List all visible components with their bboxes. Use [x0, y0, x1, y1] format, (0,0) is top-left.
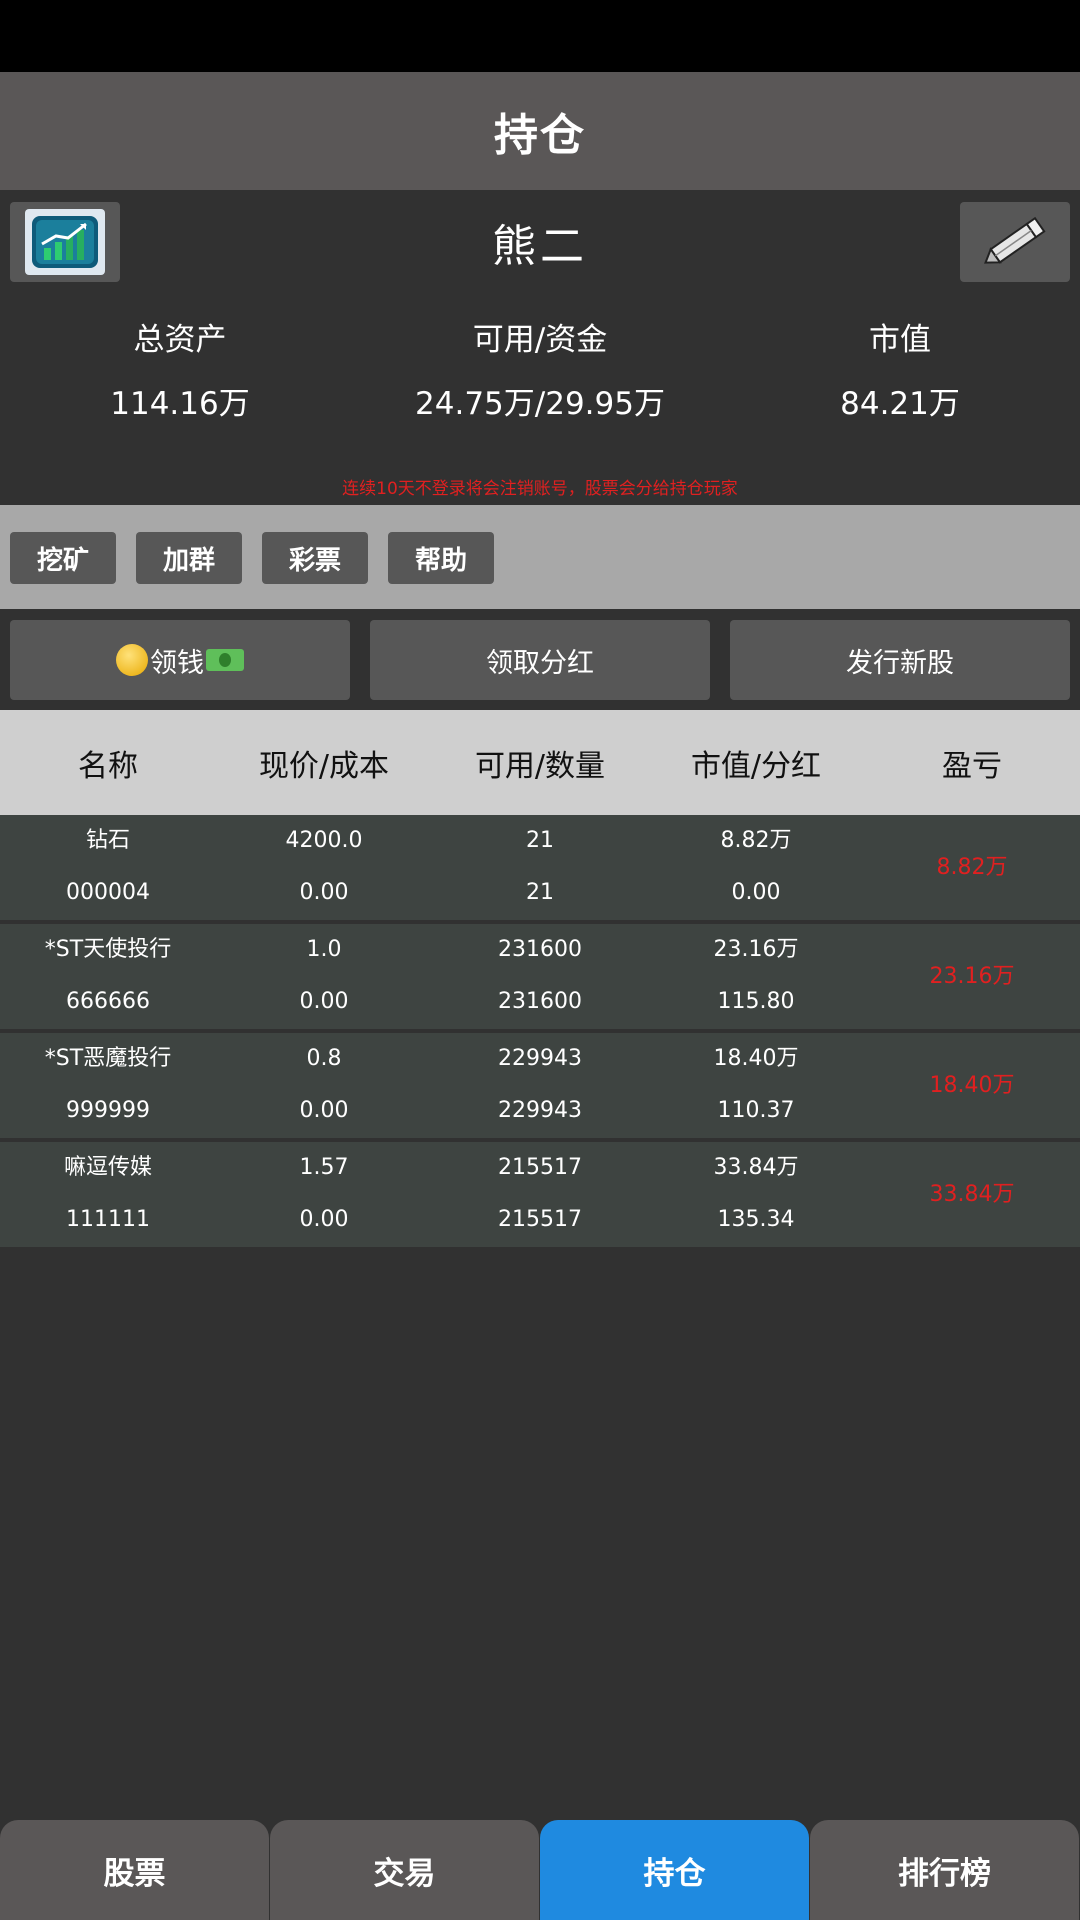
tab-stocks[interactable]: 股票 [0, 1820, 269, 1920]
current-price: 1.0 [306, 937, 342, 962]
stat-available-funds: 可用/资金 24.75万/29.95万 [360, 315, 720, 435]
holdings-list: 钻石 000004 4200.0 0.00 21 21 8.82万 0.00 8.82万… [0, 815, 1080, 1251]
stat-market-value: 市值 84.21万 [720, 315, 1080, 435]
pencil-icon [984, 216, 1046, 264]
page-title: 持仓 [494, 110, 586, 161]
table-row[interactable]: *ST天使投行 666666 1.0 0.00 231600 231600 23.16… [0, 924, 1080, 1029]
dividend: 110.37 [717, 1098, 795, 1123]
collect-money-button[interactable]: 领钱 [10, 620, 350, 700]
current-price: 1.57 [299, 1155, 349, 1180]
column-header-name: 名称 [78, 748, 138, 784]
market-value: 18.40万 [713, 1046, 799, 1071]
total-shares: 21 [526, 880, 554, 905]
stat-value: 84.21万 [840, 386, 960, 422]
column-header-pnl: 盈亏 [942, 748, 1002, 784]
profile-row: 熊二 [0, 190, 1080, 300]
tab-trade[interactable]: 交易 [270, 1820, 539, 1920]
stock-code: 111111 [66, 1207, 150, 1232]
username: 熊二 [492, 221, 588, 272]
stat-value: 114.16万 [110, 386, 250, 422]
cost-price: 0.00 [299, 880, 349, 905]
profit-loss: 18.40万 [929, 1072, 1015, 1098]
profit-loss: 23.16万 [929, 963, 1015, 989]
column-header-value-dividend: 市值/分红 [690, 748, 822, 784]
lottery-button[interactable]: 彩票 [262, 532, 368, 584]
current-price: 0.8 [306, 1046, 342, 1071]
market-value: 23.16万 [713, 937, 799, 962]
dividend: 115.80 [717, 989, 795, 1014]
available-shares: 231600 [498, 937, 582, 962]
cost-price: 0.00 [299, 1207, 349, 1232]
stat-total-assets: 总资产 114.16万 [0, 315, 360, 435]
collect-dividend-button[interactable]: 领取分红 [370, 620, 710, 700]
column-header-available-quantity: 可用/数量 [474, 748, 606, 784]
title-bar: 持仓 [0, 72, 1080, 190]
current-price: 4200.0 [285, 828, 363, 853]
bottom-tab-bar: 股票 交易 持仓 排行榜 [0, 1820, 1080, 1920]
profit-loss: 8.82万 [936, 854, 1008, 880]
inactivity-notice: 连续10天不登录将会注销账号，股票会分给持仓玩家 [342, 479, 738, 499]
available-shares: 21 [526, 828, 554, 853]
market-value: 8.82万 [720, 828, 792, 853]
account-stats: 总资产 114.16万 可用/资金 24.75万/29.95万 市值 84.21… [0, 315, 1080, 435]
total-shares: 231600 [498, 989, 582, 1014]
table-row[interactable]: 钻石 000004 4200.0 0.00 21 21 8.82万 0.00 8.82万 [0, 815, 1080, 920]
stat-label: 市值 [869, 322, 931, 358]
edit-button[interactable] [960, 202, 1070, 282]
stock-name: 嘛逗传媒 [63, 1155, 152, 1180]
coin-icon [116, 644, 148, 676]
stock-name: *ST天使投行 [44, 937, 172, 962]
cost-price: 0.00 [299, 1098, 349, 1123]
profit-loss: 33.84万 [929, 1181, 1015, 1207]
total-shares: 215517 [498, 1207, 582, 1232]
dividend: 135.34 [717, 1207, 795, 1232]
stat-label: 可用/资金 [472, 322, 608, 358]
primary-actions: 领钱 领取分红 发行新股 [0, 620, 1080, 700]
holdings-table-header: 名称 现价/成本 可用/数量 市值/分红 盈亏 [0, 710, 1080, 815]
cash-icon [206, 649, 244, 671]
table-row[interactable]: *ST恶魔投行 999999 0.8 0.00 229943 229943 18.40… [0, 1033, 1080, 1138]
stat-value: 24.75万/29.95万 [415, 386, 665, 422]
action-strip: 挖矿 加群 彩票 帮助 [0, 505, 1080, 609]
stock-code: 666666 [66, 989, 150, 1014]
stock-code: 999999 [66, 1098, 150, 1123]
table-row[interactable]: 嘛逗传媒 111111 1.57 0.00 215517 215517 33.84万 1… [0, 1142, 1080, 1247]
available-shares: 229943 [498, 1046, 582, 1071]
dividend: 0.00 [731, 880, 781, 905]
stock-code: 000004 [66, 880, 150, 905]
total-shares: 229943 [498, 1098, 582, 1123]
stock-name: 钻石 [85, 828, 130, 853]
join-group-button[interactable]: 加群 [136, 532, 242, 584]
mining-button[interactable]: 挖矿 [10, 532, 116, 584]
cost-price: 0.00 [299, 989, 349, 1014]
stat-label: 总资产 [133, 322, 227, 358]
column-header-price-cost: 现价/成本 [258, 748, 390, 784]
help-button[interactable]: 帮助 [388, 532, 494, 584]
market-value: 33.84万 [713, 1155, 799, 1180]
tab-leaderboard[interactable]: 排行榜 [810, 1820, 1079, 1920]
status-bar [0, 0, 1080, 72]
issue-stock-button[interactable]: 发行新股 [730, 620, 1070, 700]
collect-money-label: 领钱 [150, 647, 204, 679]
stock-name: *ST恶魔投行 [44, 1046, 172, 1071]
tab-holdings[interactable]: 持仓 [540, 1820, 809, 1920]
available-shares: 215517 [498, 1155, 582, 1180]
